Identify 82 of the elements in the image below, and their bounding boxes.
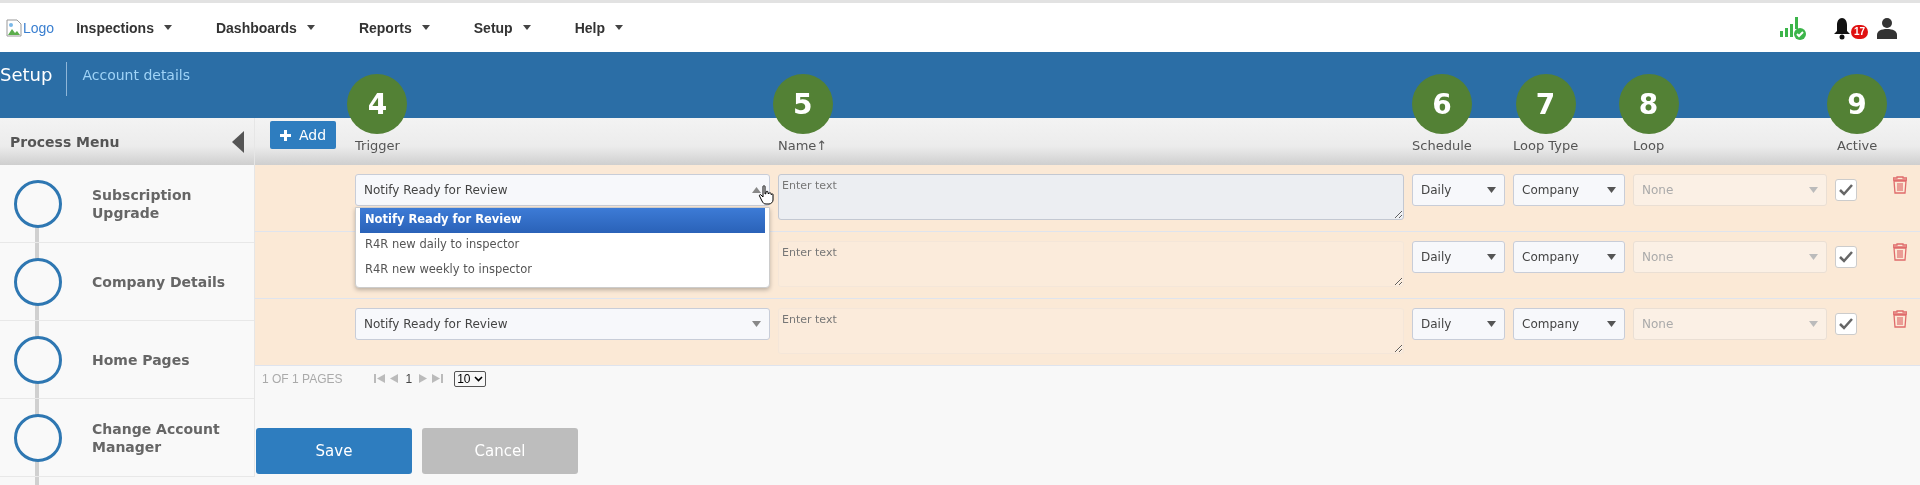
- notification-count: 17: [1851, 24, 1869, 39]
- page-summary: 1 OF 1 PAGES: [262, 371, 343, 386]
- plus-icon: [280, 129, 291, 141]
- save-button[interactable]: Save: [256, 428, 412, 474]
- step-circle-icon: [14, 257, 62, 306]
- check-icon: [1839, 184, 1853, 196]
- caret-icon: [473, 375, 483, 382]
- logo-link[interactable]: Logo: [23, 19, 55, 36]
- trigger-select[interactable]: Notify Ready for Review: [355, 308, 770, 340]
- column-header[interactable]: Name↑: [778, 138, 828, 153]
- caret-icon: [522, 25, 531, 30]
- step-label: Home Pages: [92, 350, 190, 369]
- step-label: Change Account Manager: [92, 419, 221, 456]
- column-header[interactable]: Loop: [1633, 138, 1665, 153]
- next-page-icon[interactable]: [419, 374, 428, 383]
- dropdown-option[interactable]: Notify Ready for Review: [360, 208, 765, 233]
- collapse-icon[interactable]: [232, 130, 244, 153]
- step-circle-icon: [14, 335, 62, 384]
- hand-cursor-icon: [758, 185, 774, 205]
- nav-menu[interactable]: Setup: [473, 19, 531, 36]
- loop-type-select[interactable]: Company: [1513, 308, 1625, 340]
- page-title: Setup: [0, 64, 54, 85]
- column-header[interactable]: Loop Type: [1513, 138, 1579, 153]
- nav-menu[interactable]: Help: [574, 19, 623, 36]
- page-number[interactable]: 1: [405, 371, 413, 386]
- dropdown-arrow-icon: [1487, 254, 1496, 260]
- nav-menu[interactable]: Inspections: [76, 19, 172, 36]
- step-circle-icon: [14, 179, 62, 228]
- step-circle-icon: [14, 413, 62, 462]
- dropdown-arrow-icon: [752, 321, 761, 327]
- schedule-select[interactable]: Daily: [1412, 174, 1505, 206]
- dropdown-arrow-icon: [1607, 254, 1616, 260]
- process-step[interactable]: Change Account Manager: [0, 399, 254, 477]
- dropdown-arrow-icon: [1809, 187, 1818, 193]
- active-checkbox[interactable]: [1835, 246, 1857, 268]
- name-field[interactable]: Enter text: [778, 174, 1404, 220]
- dropdown-arrow-icon: [752, 187, 761, 193]
- caret-icon: [615, 25, 623, 30]
- loop-type-select[interactable]: Company: [1513, 174, 1625, 206]
- first-page-icon[interactable]: [374, 374, 386, 383]
- dropdown-arrow-icon: [1607, 187, 1616, 193]
- last-page-icon[interactable]: [432, 374, 444, 383]
- check-icon: [1839, 251, 1853, 263]
- schedule-select[interactable]: Daily: [1412, 241, 1505, 273]
- trash-icon[interactable]: [1893, 243, 1907, 261]
- dropdown-arrow-icon: [1809, 254, 1818, 260]
- step-label: Subscription Upgrade: [92, 185, 193, 222]
- column-header[interactable]: Schedule: [1412, 138, 1472, 153]
- bell-icon[interactable]: [1834, 15, 1850, 40]
- active-checkbox[interactable]: [1835, 313, 1857, 335]
- signal-check-icon[interactable]: [1780, 14, 1808, 41]
- check-icon: [1839, 318, 1853, 330]
- caret-icon: [163, 25, 172, 30]
- schedule-select[interactable]: Daily: [1412, 308, 1505, 340]
- dropdown-arrow-icon: [1487, 321, 1496, 327]
- add-button[interactable]: Add: [270, 121, 337, 149]
- trash-icon[interactable]: [1893, 310, 1907, 328]
- breadcrumb-link[interactable]: Account details: [67, 64, 191, 83]
- active-checkbox[interactable]: [1835, 179, 1857, 201]
- process-step[interactable]: Subscription Upgrade: [0, 165, 254, 243]
- user-icon[interactable]: [1876, 16, 1898, 39]
- dropdown-arrow-icon: [1487, 187, 1496, 193]
- column-header[interactable]: Active: [1837, 138, 1878, 153]
- dropdown-option[interactable]: R4R new daily to inspector: [360, 233, 765, 258]
- dropdown-arrow-icon: [1607, 321, 1616, 327]
- nav-menu[interactable]: Reports: [358, 19, 430, 36]
- page-size-select[interactable]: 10: [454, 370, 486, 387]
- sidebar-title: Process Menu: [10, 133, 120, 150]
- dropdown-arrow-icon: [1809, 321, 1818, 327]
- broken-image-icon: [6, 18, 22, 37]
- caret-icon: [421, 25, 430, 30]
- nav-menu[interactable]: Dashboards: [215, 19, 315, 36]
- previous-page-icon[interactable]: [390, 374, 399, 383]
- process-step[interactable]: Company Details: [0, 243, 254, 321]
- trash-icon[interactable]: [1893, 176, 1907, 194]
- process-step[interactable]: Home Pages: [0, 321, 254, 399]
- step-label: Company Details: [92, 272, 226, 291]
- caret-icon: [306, 25, 315, 30]
- loop-type-select[interactable]: Company: [1513, 241, 1625, 273]
- column-header[interactable]: Trigger: [355, 138, 400, 153]
- dropdown-option[interactable]: R4R new weekly to inspector: [360, 258, 765, 283]
- trigger-select[interactable]: Notify Ready for Review: [355, 174, 770, 206]
